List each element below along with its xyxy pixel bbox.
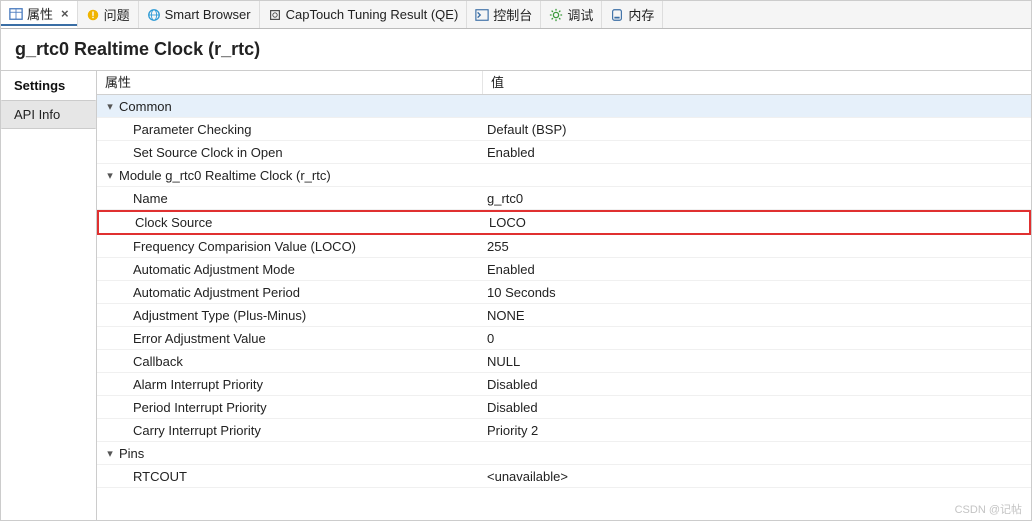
- property-row[interactable]: Frequency Comparision Value (LOCO) 255: [97, 235, 1031, 258]
- property-name: Clock Source: [135, 215, 212, 230]
- property-row[interactable]: Callback NULL: [97, 350, 1031, 373]
- globe-icon: [147, 8, 161, 22]
- close-icon[interactable]: ×: [61, 6, 69, 21]
- property-value[interactable]: 0: [483, 331, 1031, 346]
- tab-probs[interactable]: 问题: [78, 1, 139, 28]
- property-row[interactable]: Automatic Adjustment Mode Enabled: [97, 258, 1031, 281]
- disk-icon: [610, 8, 624, 22]
- group-label: Pins: [119, 446, 144, 461]
- left-sidebar: Settings API Info: [1, 71, 97, 520]
- property-value[interactable]: 10 Seconds: [483, 285, 1031, 300]
- tab-label: 问题: [104, 5, 130, 24]
- console-icon: [475, 8, 489, 22]
- property-value[interactable]: Disabled: [483, 400, 1031, 415]
- property-name: Automatic Adjustment Period: [133, 285, 300, 300]
- property-value[interactable]: g_rtc0: [483, 191, 1031, 206]
- tab-console[interactable]: 控制台: [467, 1, 541, 28]
- property-value[interactable]: Enabled: [483, 145, 1031, 160]
- tab-label: 属性: [27, 4, 53, 23]
- property-row[interactable]: Error Adjustment Value 0: [97, 327, 1031, 350]
- column-header-value[interactable]: 值: [483, 71, 1031, 94]
- group-label: Module g_rtc0 Realtime Clock (r_rtc): [119, 168, 331, 183]
- property-row[interactable]: Clock Source LOCO: [97, 210, 1031, 235]
- table-icon: [9, 7, 23, 21]
- grid-header: 属性 值: [97, 71, 1031, 95]
- property-row[interactable]: Set Source Clock in Open Enabled: [97, 141, 1031, 164]
- chevron-down-icon[interactable]: [103, 98, 117, 113]
- sidebar-item-api-info[interactable]: API Info: [1, 100, 96, 129]
- sidebar-item-settings[interactable]: Settings: [1, 71, 96, 100]
- group-row[interactable]: Module g_rtc0 Realtime Clock (r_rtc): [97, 164, 1031, 187]
- chevron-down-icon[interactable]: [103, 445, 117, 460]
- property-value[interactable]: LOCO: [485, 215, 1029, 230]
- tab-label: 调试: [567, 5, 593, 24]
- chevron-down-icon[interactable]: [103, 167, 117, 182]
- property-row[interactable]: Parameter Checking Default (BSP): [97, 118, 1031, 141]
- property-value[interactable]: Enabled: [483, 262, 1031, 277]
- property-name: Period Interrupt Priority: [133, 400, 267, 415]
- property-name: Parameter Checking: [133, 122, 252, 137]
- warn-icon: [86, 8, 100, 22]
- property-row[interactable]: Carry Interrupt Priority Priority 2: [97, 419, 1031, 442]
- group-row[interactable]: Common: [97, 95, 1031, 118]
- property-grid: 属性 值 Common Parameter Checking Default (BS…: [97, 71, 1031, 520]
- property-row[interactable]: RTCOUT <unavailable>: [97, 465, 1031, 488]
- chip-icon: [268, 8, 282, 22]
- tab-smart[interactable]: Smart Browser: [139, 1, 260, 28]
- property-name: Set Source Clock in Open: [133, 145, 283, 160]
- column-header-property[interactable]: 属性: [97, 71, 483, 94]
- property-value[interactable]: <unavailable>: [483, 469, 1031, 484]
- property-name: Frequency Comparision Value (LOCO): [133, 239, 356, 254]
- property-value[interactable]: Default (BSP): [483, 122, 1031, 137]
- gear-icon: [549, 8, 563, 22]
- property-value[interactable]: 255: [483, 239, 1031, 254]
- property-value[interactable]: NONE: [483, 308, 1031, 323]
- group-row[interactable]: Pins: [97, 442, 1031, 465]
- property-name: Adjustment Type (Plus-Minus): [133, 308, 306, 323]
- page-title: g_rtc0 Realtime Clock (r_rtc): [1, 29, 1031, 71]
- property-name: Error Adjustment Value: [133, 331, 266, 346]
- property-row[interactable]: Alarm Interrupt Priority Disabled: [97, 373, 1031, 396]
- tab-label: CapTouch Tuning Result (QE): [286, 7, 459, 22]
- grid-body: Common Parameter Checking Default (BSP) Set…: [97, 95, 1031, 520]
- tab-props[interactable]: 属性 ×: [1, 1, 78, 28]
- property-row[interactable]: Adjustment Type (Plus-Minus) NONE: [97, 304, 1031, 327]
- tab-debug[interactable]: 调试: [541, 1, 602, 28]
- property-name: Name: [133, 191, 168, 206]
- property-value[interactable]: Priority 2: [483, 423, 1031, 438]
- tab-ctune[interactable]: CapTouch Tuning Result (QE): [260, 1, 468, 28]
- property-name: Alarm Interrupt Priority: [133, 377, 263, 392]
- property-name: RTCOUT: [133, 469, 187, 484]
- tab-label: 内存: [628, 5, 654, 24]
- property-name: Carry Interrupt Priority: [133, 423, 261, 438]
- property-row[interactable]: Name g_rtc0: [97, 187, 1031, 210]
- property-name: Automatic Adjustment Mode: [133, 262, 295, 277]
- tab-label: Smart Browser: [165, 7, 251, 22]
- property-row[interactable]: Automatic Adjustment Period 10 Seconds: [97, 281, 1031, 304]
- property-name: Callback: [133, 354, 183, 369]
- group-label: Common: [119, 99, 172, 114]
- property-value[interactable]: Disabled: [483, 377, 1031, 392]
- property-value[interactable]: NULL: [483, 354, 1031, 369]
- property-row[interactable]: Period Interrupt Priority Disabled: [97, 396, 1031, 419]
- tab-label: 控制台: [493, 5, 532, 24]
- tab-memory[interactable]: 内存: [602, 1, 663, 28]
- view-tabbar: 属性 × 问题 Smart Browser CapTouch Tuning Result…: [1, 1, 1031, 29]
